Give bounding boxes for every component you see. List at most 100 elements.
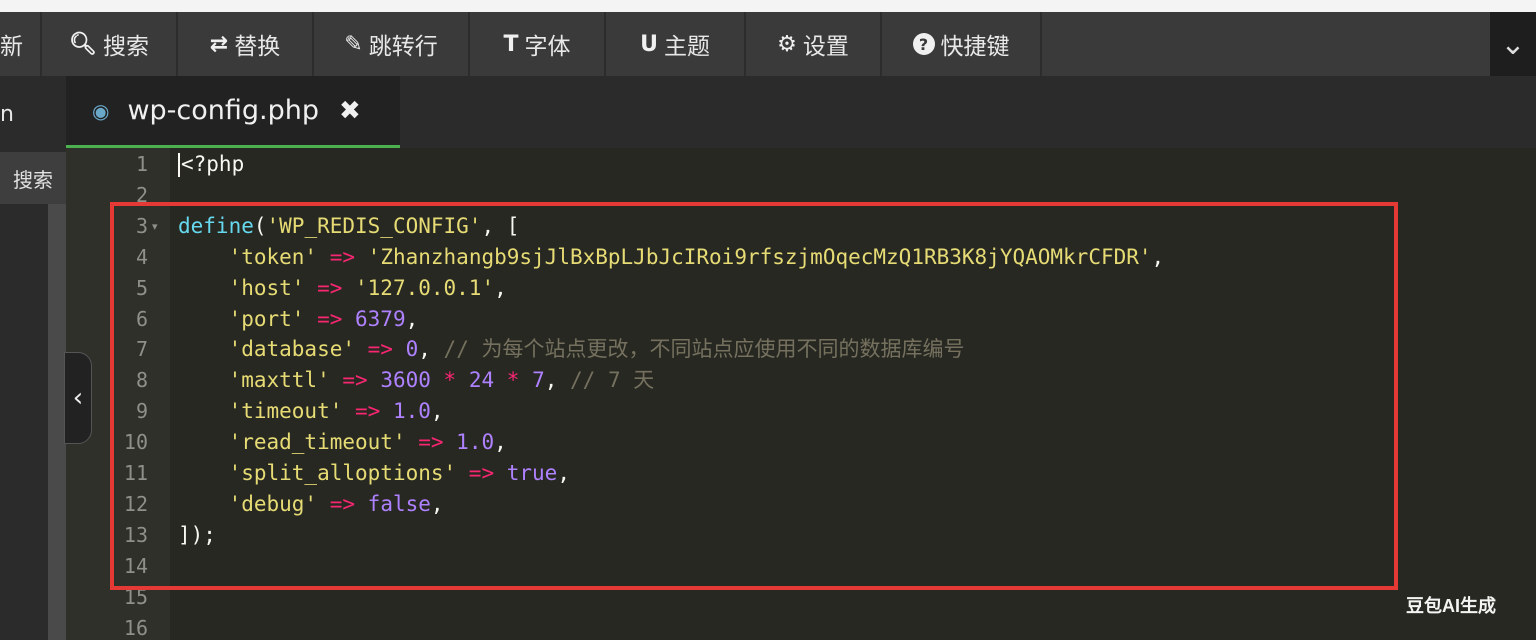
toolbar-shortcuts-button[interactable]: ? 快捷键: [882, 12, 1042, 76]
code-token: 'token': [228, 245, 318, 269]
gear-icon: ⚙: [777, 31, 797, 57]
pin-icon: ✎: [344, 31, 363, 57]
code-token: 'database': [228, 337, 356, 361]
code-token: =>: [456, 461, 507, 485]
toolbar-goto-line-button[interactable]: ✎ 跳转行: [314, 12, 470, 76]
font-icon: T: [503, 31, 519, 57]
line-number: 5: [135, 276, 148, 300]
sidebar-top-item[interactable]: n: [0, 76, 66, 152]
code-line: define('WP_REDIS_CONFIG', [: [178, 211, 519, 242]
code-token: 'debug': [228, 492, 318, 516]
line-number: 4: [135, 245, 148, 269]
code-token: 1.0: [392, 399, 431, 423]
toolbar-search-label: 搜索: [102, 34, 149, 60]
code-token: ,: [430, 492, 444, 516]
code-line: 'read_timeout' => 1.0,: [178, 427, 507, 458]
toolbar-shortcuts-label: 快捷键: [940, 34, 1010, 60]
code-token: ]);: [178, 523, 216, 547]
toolbar-search-button[interactable]: 🔍︎ 搜索: [42, 12, 178, 76]
code-token: ,: [494, 276, 507, 300]
line-number: 16: [123, 616, 148, 640]
code-line: 'host' => '127.0.0.1',: [178, 273, 507, 304]
code-token: ,: [1151, 245, 1165, 269]
code-token: 'Zhanzhangb9sjJlBxBpLJbJcIRoi9rfszjmOqec…: [367, 245, 1152, 269]
code-line: 'database' => 0, // 为每个站点更改，不同站点应使用不同的数据…: [178, 334, 965, 365]
code-token: // 7 天: [570, 368, 655, 392]
sidebar-toggle-button[interactable]: ‹: [64, 352, 92, 444]
close-icon[interactable]: ✖: [339, 96, 361, 126]
toolbar-refresh-button[interactable]: 新: [0, 12, 42, 76]
code-token: =>: [317, 492, 368, 516]
code-token: 'host': [228, 276, 305, 300]
code-token: ,: [494, 430, 507, 454]
code-token: ,: [430, 399, 444, 423]
code-token: 0: [405, 337, 419, 361]
code-token: , [: [481, 214, 520, 238]
toolbar-settings-button[interactable]: ⚙ 设置: [746, 12, 882, 76]
code-token: ,: [418, 337, 444, 361]
code-token: =>: [304, 307, 356, 331]
fold-arrow-icon[interactable]: ▾: [152, 211, 164, 242]
toolbar-theme-label: 主题: [663, 34, 710, 60]
toolbar-goto-line-label: 跳转行: [368, 34, 438, 60]
line-number: 12: [123, 492, 148, 516]
php-elephant-icon: ◉: [92, 98, 110, 123]
code-line: <?php: [178, 149, 244, 180]
code-token: *: [430, 368, 469, 392]
code-token: 24: [468, 368, 495, 392]
watermark: 豆包AI生成: [1406, 596, 1496, 616]
toolbar-replace-button[interactable]: ⇄ 替换: [178, 12, 314, 76]
code-token: 'timeout': [228, 399, 343, 423]
code-line: 'split_alloptions' => true,: [178, 458, 570, 489]
line-number: 3: [135, 214, 148, 238]
help-icon: ?: [912, 33, 935, 55]
top-strip: [0, 0, 1536, 12]
toolbar-font-button[interactable]: T 字体: [470, 12, 606, 76]
toolbar-settings-label: 设置: [802, 34, 849, 60]
line-number: 1: [135, 152, 148, 176]
code-token: 7: [532, 368, 545, 392]
tab-filename: wp-config.php: [127, 95, 320, 126]
code-token: 6379: [355, 307, 406, 331]
code-line: 'maxttl' => 3600 * 24 * 7, // 7 天: [178, 365, 655, 396]
code-token: define: [178, 214, 254, 238]
line-number: 15: [123, 585, 148, 609]
code-token: =>: [317, 245, 368, 269]
code-token: // 为每个站点更改，不同站点应使用不同的数据库编号: [443, 337, 965, 361]
toolbar: 新 🔍︎ 搜索 ⇄ 替换 ✎ 跳转行 T 字体 U 主题 ⚙ 设置 ? 快捷键: [0, 12, 1536, 76]
toolbar-theme-button[interactable]: U 主题: [606, 12, 746, 76]
code-token: *: [494, 368, 533, 392]
code-token: =>: [342, 399, 393, 423]
search-icon: 🔍︎: [69, 31, 97, 57]
code-line: 'timeout' => 1.0,: [178, 396, 444, 427]
line-number: 14: [123, 554, 148, 578]
chevron-down-icon: ⌄: [1500, 26, 1526, 62]
code-token: =>: [355, 337, 406, 361]
toolbar-collapse-button[interactable]: ⌄: [1490, 12, 1536, 76]
sidebar: n 搜索: [0, 76, 66, 640]
code-token: 'read_timeout': [228, 430, 406, 454]
toolbar-font-label: 字体: [524, 34, 571, 60]
code-token: true: [506, 461, 558, 485]
code-token: ,: [557, 461, 570, 485]
line-number: 6: [135, 307, 148, 331]
replace-icon: ⇄: [209, 31, 229, 57]
code-token: <?php: [181, 152, 245, 176]
sidebar-search-tab[interactable]: 搜索: [0, 152, 66, 204]
code-token: 'port': [228, 307, 305, 331]
sidebar-top-label: n: [0, 101, 14, 127]
tab-wp-config[interactable]: ◉ wp-config.php ✖: [66, 76, 400, 148]
code-line: 'port' => 6379,: [178, 304, 419, 335]
code-token: 3600: [380, 368, 431, 392]
line-number: 2: [135, 183, 148, 207]
code-token: ,: [405, 307, 419, 331]
